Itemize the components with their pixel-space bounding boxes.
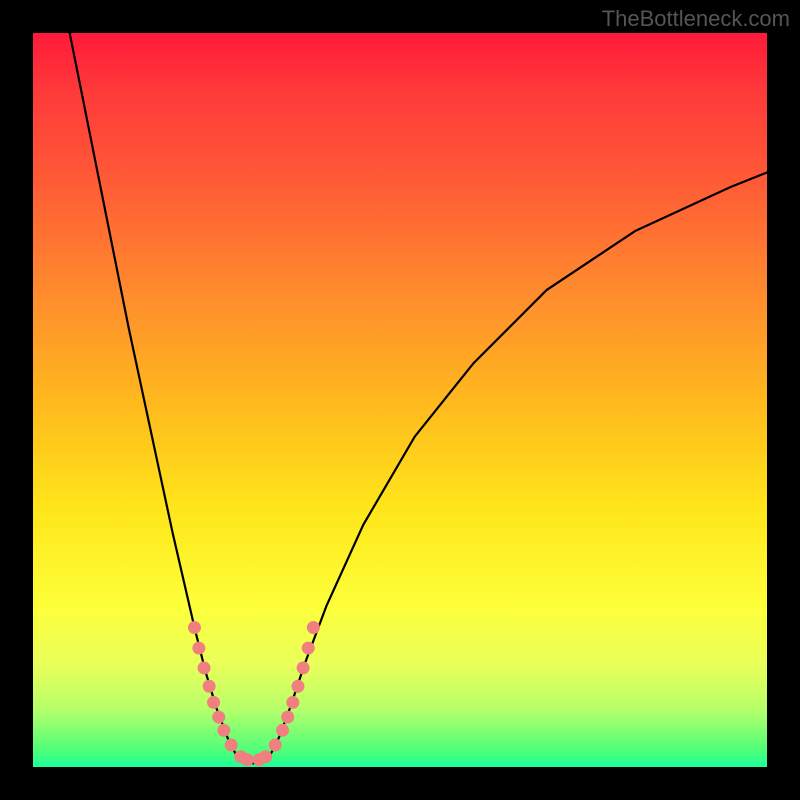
data-marker	[297, 661, 310, 674]
data-marker	[198, 661, 211, 674]
data-marker	[269, 738, 282, 751]
marker-group	[188, 621, 320, 766]
data-marker	[241, 753, 254, 766]
bottleneck-curve	[70, 33, 767, 763]
data-marker	[207, 696, 220, 709]
data-marker	[217, 724, 230, 737]
chart-svg	[33, 33, 767, 767]
data-marker	[192, 642, 205, 655]
data-marker	[203, 680, 216, 693]
data-marker	[259, 750, 272, 763]
data-marker	[276, 724, 289, 737]
data-marker	[302, 642, 315, 655]
data-marker	[286, 696, 299, 709]
watermark-text: TheBottleneck.com	[602, 6, 790, 32]
data-marker	[212, 711, 225, 724]
chart-frame	[33, 33, 767, 767]
data-marker	[291, 680, 304, 693]
data-marker	[307, 621, 320, 634]
data-marker	[281, 711, 294, 724]
curve-path	[70, 33, 767, 763]
data-marker	[225, 738, 238, 751]
data-marker	[188, 621, 201, 634]
